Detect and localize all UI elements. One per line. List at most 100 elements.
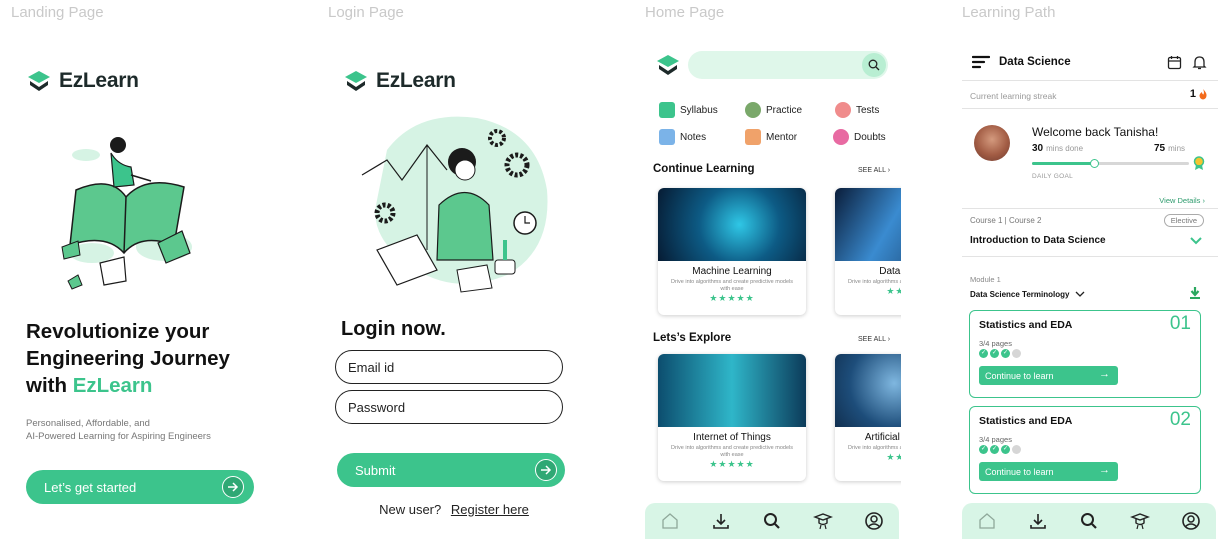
- learning-header: Data Science: [972, 55, 1071, 69]
- continue-to-learn-button[interactable]: Continue to learn →: [979, 366, 1118, 385]
- page-dot-done: ✓: [1001, 349, 1010, 358]
- calendar-icon[interactable]: [1167, 55, 1182, 70]
- divider: [962, 208, 1218, 209]
- category-practice[interactable]: Practice: [745, 102, 802, 118]
- view-details-link[interactable]: View Details ›: [1159, 196, 1205, 205]
- graduate-icon[interactable]: [1128, 509, 1152, 533]
- module-card-pages: 3/4 pages: [979, 339, 1012, 348]
- category-label: Mentor: [766, 131, 798, 143]
- home-icon[interactable]: [658, 509, 682, 533]
- course-thumbnail: [658, 188, 806, 261]
- reading-illustration: [61, 137, 192, 290]
- module-name: Data Science Terminology: [970, 290, 1070, 299]
- download-icon[interactable]: [1189, 286, 1201, 299]
- course-card[interactable]: Data Science Drive into algorithms and c…: [835, 188, 901, 315]
- continue-label: Continue to learn: [985, 466, 1054, 477]
- daily-goal-label: DAILY GOAL: [1032, 173, 1074, 180]
- register-row: New user? Register here: [329, 502, 579, 517]
- page-dot-pending: [1012, 445, 1021, 454]
- see-all-explore-link[interactable]: SEE ALL ›: [858, 336, 890, 343]
- continue-label: Continue to learn: [985, 370, 1054, 381]
- course-card[interactable]: Machine Learning Drive into algorithms a…: [658, 188, 806, 315]
- course-rating: ★★★★★: [886, 286, 901, 296]
- brand-logo: EzLearn: [26, 68, 139, 94]
- mins-done-value: 30: [1032, 143, 1044, 154]
- course-title: Data Science: [879, 266, 901, 277]
- course-thumbnail: [835, 188, 901, 261]
- password-placeholder: Password: [348, 399, 406, 415]
- module-card[interactable]: Statistics and EDA 02 3/4 pages ✓ ✓ ✓ Co…: [969, 406, 1201, 494]
- mins-total-value: 75: [1154, 143, 1166, 154]
- search-button[interactable]: [862, 53, 886, 77]
- bell-icon[interactable]: [1192, 55, 1207, 70]
- student-illustration: [361, 116, 548, 293]
- register-link[interactable]: Register here: [451, 502, 529, 517]
- course-title: Machine Learning: [692, 266, 772, 277]
- home-icon[interactable]: [975, 509, 999, 533]
- download-icon[interactable]: [1026, 509, 1050, 533]
- see-all-continue-link[interactable]: SEE ALL ›: [858, 167, 890, 174]
- learning-title: Data Science: [999, 56, 1071, 68]
- menu-icon[interactable]: [972, 55, 990, 69]
- page-dot-done: ✓: [979, 445, 988, 454]
- logo-icon: [657, 55, 679, 75]
- module-card[interactable]: Statistics and EDA 01 3/4 pages ✓ ✓ ✓ Co…: [969, 310, 1201, 398]
- category-doubts[interactable]: Doubts: [833, 129, 886, 145]
- graduate-icon[interactable]: [811, 509, 835, 533]
- course-breadcrumb[interactable]: Course 1 | Course 2: [970, 216, 1041, 225]
- category-tests[interactable]: Tests: [835, 102, 879, 118]
- course-desc: Drive into algorithms and create predict…: [848, 279, 901, 285]
- submit-button[interactable]: Submit: [337, 453, 565, 487]
- course-title: Internet of Things: [693, 432, 771, 443]
- hero-title-with: with: [26, 374, 73, 397]
- email-field[interactable]: Email id: [335, 350, 563, 384]
- page-dot-pending: [1012, 349, 1021, 358]
- password-field[interactable]: Password: [335, 390, 563, 424]
- category-syllabus[interactable]: Syllabus: [659, 102, 718, 118]
- course-desc: Drive into algorithms and create predict…: [848, 445, 901, 451]
- course-card[interactable]: Internet of Things Drive into algorithms…: [658, 354, 806, 481]
- category-label: Notes: [680, 131, 707, 143]
- module-selector[interactable]: Data Science Terminology: [970, 290, 1085, 299]
- search-icon[interactable]: [1077, 509, 1101, 533]
- doubts-icon: [833, 129, 849, 145]
- hero-subtitle-line2: AI-Powered Learning for Aspiring Enginee…: [26, 430, 211, 442]
- progress-knob: [1089, 159, 1099, 168]
- get-started-button[interactable]: Let’s get started: [26, 470, 254, 504]
- category-mentor[interactable]: Mentor: [745, 129, 797, 145]
- submit-label: Submit: [355, 462, 396, 478]
- module-label: Module 1: [970, 275, 1001, 284]
- module-card-number: 01: [1169, 313, 1191, 334]
- hero-subtitle: Personalised, Affordable, and AI-Powered…: [26, 418, 246, 443]
- frame-title-login: Login Page: [328, 4, 404, 21]
- arrow-right-icon: [222, 476, 244, 498]
- explore-heading: Lets’s Explore: [653, 332, 732, 344]
- download-icon[interactable]: [709, 509, 733, 533]
- page-progress-dots: ✓ ✓ ✓: [979, 349, 1021, 358]
- streak-count: 1: [1190, 88, 1208, 100]
- module-card-title: Statistics and EDA: [979, 319, 1073, 331]
- continue-to-learn-button[interactable]: Continue to learn →: [979, 462, 1118, 481]
- search-icon[interactable]: [760, 509, 784, 533]
- bottom-nav: [962, 503, 1216, 539]
- profile-icon[interactable]: [862, 509, 886, 533]
- page-dot-done: ✓: [990, 349, 999, 358]
- category-label: Syllabus: [680, 104, 718, 116]
- profile-icon[interactable]: [1179, 509, 1203, 533]
- progress-fill: [1032, 159, 1099, 168]
- logo-text: EzLearn: [59, 69, 139, 92]
- category-notes[interactable]: Notes: [659, 129, 706, 145]
- search-input[interactable]: [688, 51, 888, 79]
- divider: [962, 108, 1218, 109]
- page-dot-done: ✓: [979, 349, 988, 358]
- welcome-text: Welcome back Tanisha!: [1032, 125, 1159, 139]
- chevron-down-icon[interactable]: [1190, 236, 1202, 245]
- hero-title-brand: EzLearn: [72, 374, 153, 397]
- arrow-right-icon: →: [1099, 368, 1110, 380]
- course-card[interactable]: Artificial Intelligence Drive into algor…: [835, 354, 901, 481]
- frame-title-learning: Learning Path: [962, 4, 1056, 21]
- hero-title-line2: Engineering Journey: [26, 347, 230, 370]
- course-desc: Drive into algorithms and create predict…: [671, 279, 793, 292]
- avatar: [974, 125, 1010, 161]
- frame-title-landing: Landing Page: [11, 4, 104, 21]
